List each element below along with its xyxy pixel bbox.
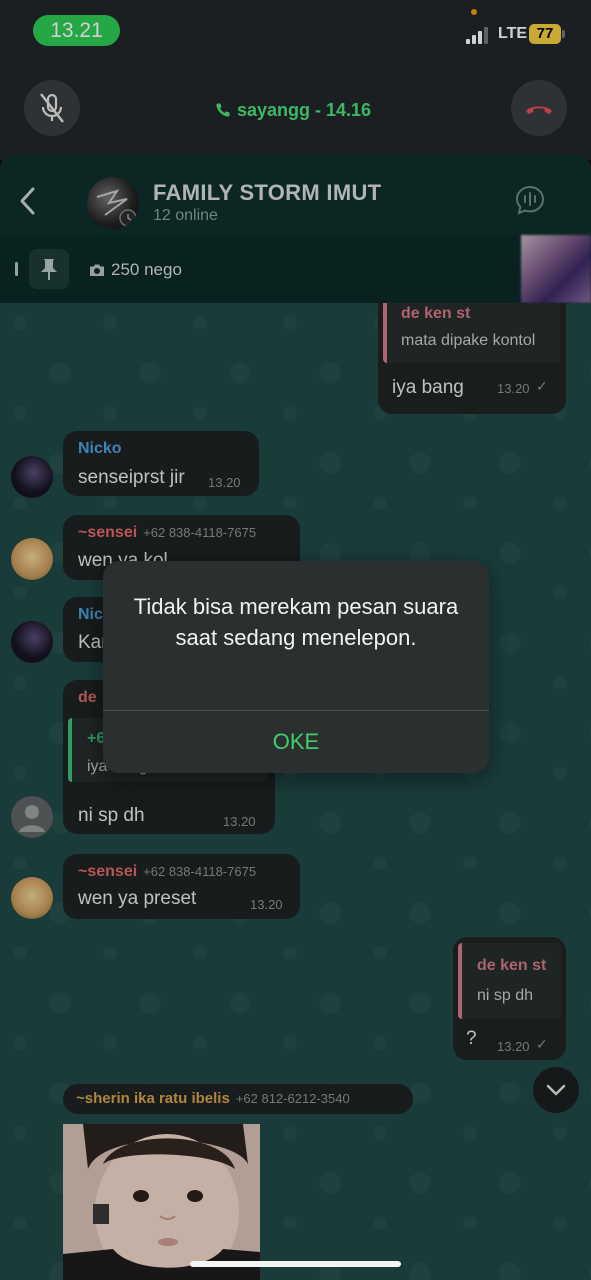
group-online-status: 12 online [153,207,218,224]
reply-text: mata dipake kontol [401,332,536,349]
message-sender[interactable]: Nicko [78,440,122,458]
photo-message[interactable] [63,1124,260,1280]
avatar[interactable] [11,877,53,919]
chat-header: FAMILY STORM IMUT 12 online [0,155,591,235]
hang-up-icon [526,106,552,114]
pin-button[interactable] [29,249,69,289]
message-sender[interactable]: de [78,689,97,707]
privacy-indicator-dot [471,9,477,15]
voice-chat-icon[interactable] [514,184,546,216]
active-call-indicator[interactable]: sayangg - 14.16 [215,98,371,122]
default-person-icon [19,805,45,832]
sender-phone: +62 838-4118-7675 [143,864,257,879]
reply-quote[interactable]: de ken st ni sp dh [458,943,561,1019]
camera-icon [90,264,104,276]
message-text: iya bang [392,377,464,398]
reply-sender: de ken st [401,305,471,322]
message-text: wen ya preset [78,888,197,909]
back-arrow-icon[interactable] [14,185,40,217]
message-outgoing[interactable]: de ken st ni sp dh ? 13.20 ✓ [453,937,566,1060]
message-time: 13.20 [208,475,241,490]
message-outgoing[interactable]: de ken st mata dipake kontol iya bang 13… [378,303,566,414]
message-text: senseiprst jir [78,467,185,488]
sender-phone: +62 838-4118-7675 [143,525,257,540]
message-incoming[interactable]: Nicko senseiprst jir 13.20 [63,431,259,496]
sender-name: ~sensei [78,524,138,541]
delivered-check-icon: ✓ [536,1036,548,1052]
signal-icon [466,26,492,44]
microphone-muted-icon [40,93,64,123]
ok-button[interactable]: OKE [103,711,489,773]
pinned-message-bar[interactable]: 250 nego [0,235,591,303]
pinned-message: 250 nego [89,260,182,280]
message-time: 13.20 [497,381,530,396]
group-avatar-art-icon [96,189,137,227]
avatar[interactable] [11,456,53,498]
pinned-message-text: 250 nego [111,260,182,279]
end-call-button[interactable] [511,80,567,136]
sender-name: ~sherin ika ratu ibelis [76,1090,230,1107]
sender-name: ~sensei [78,863,138,880]
alert-message: Tidak bisa merekam pesan suara saat seda… [133,594,459,650]
message-time: 13.20 [223,814,256,829]
status-time[interactable]: 13.21 [33,15,120,46]
message-sender-bar[interactable]: ~sherin ika ratu ibelis +62 812-6212-3540 [63,1084,413,1114]
battery-level: 77 [529,24,561,44]
message-text: ni sp dh [78,805,145,826]
message-text: ? [466,1028,477,1049]
chevron-down-icon [546,1084,566,1096]
scroll-to-bottom-button[interactable] [533,1067,579,1113]
pinned-indicator [15,262,18,276]
call-caller-label: sayangg - 14.16 [237,99,372,120]
network-label: LTE [498,25,528,42]
message-time: 13.20 [497,1039,530,1054]
reply-quote[interactable]: de ken st mata dipake kontol [383,303,560,363]
alert-dialog: Tidak bisa merekam pesan suara saat seda… [103,561,489,773]
battery-tip [562,30,565,38]
avatar[interactable] [11,621,53,663]
pin-icon [41,259,57,280]
phone-icon [216,103,230,117]
delivered-check-icon: ✓ [536,378,548,394]
message-sender[interactable]: Nic [78,606,103,624]
group-avatar[interactable] [87,177,139,229]
group-name[interactable]: FAMILY STORM IMUT [153,180,381,206]
message-time: 13.20 [250,897,283,912]
call-top-bar: 13.21 LTE 77 sayangg - 14.16 [0,0,591,160]
pinned-thumbnail[interactable] [521,235,591,303]
sender-phone: +62 812-6212-3540 [235,1091,350,1106]
avatar[interactable] [11,538,53,580]
avatar[interactable] [11,796,53,838]
baby-photo-icon [63,1124,260,1280]
message-sender[interactable]: ~sensei +62 838-4118-7675 [78,863,256,881]
home-indicator[interactable] [190,1261,401,1267]
mute-button[interactable] [24,80,80,136]
message-sender[interactable]: ~sensei +62 838-4118-7675 [78,524,256,542]
reply-text: ni sp dh [477,987,534,1004]
message-incoming[interactable]: ~sensei +62 838-4118-7675 wen ya preset 1… [63,854,300,919]
reply-sender: de ken st [477,957,547,974]
message-sender[interactable]: ~sherin ika ratu ibelis +62 812-6212-3540 [76,1090,350,1107]
